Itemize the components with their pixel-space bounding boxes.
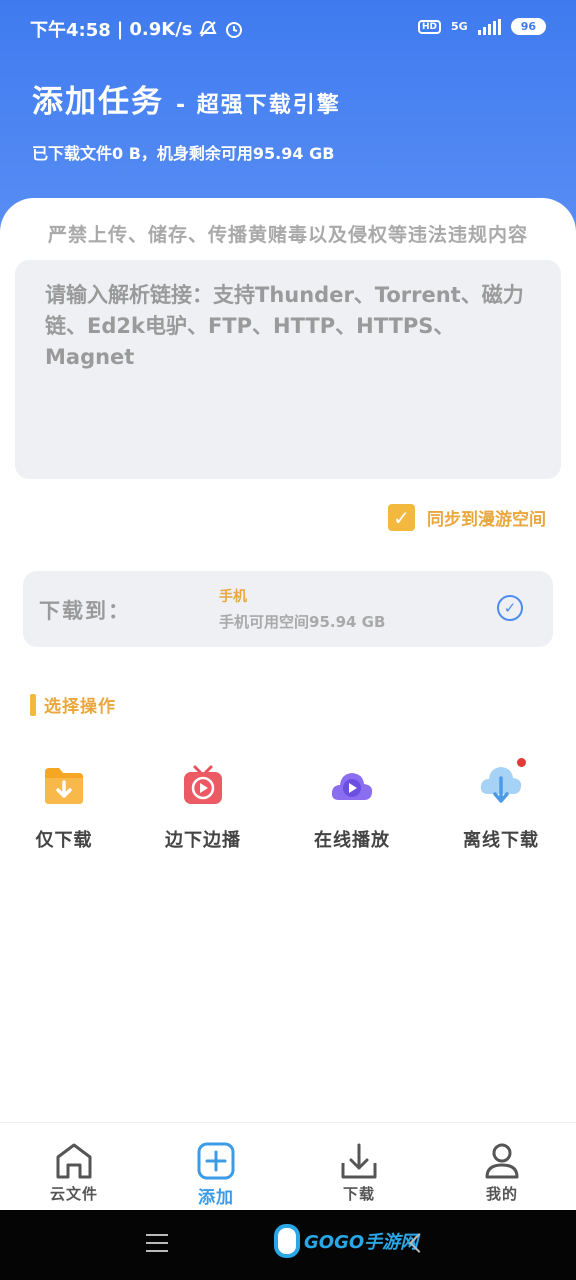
action-label: 边下边播 — [165, 830, 241, 851]
action-label: 在线播放 — [314, 830, 390, 851]
notification-dot — [517, 758, 526, 767]
cloud-play-icon — [329, 764, 375, 808]
check-circle-icon: ✓ — [497, 595, 523, 621]
storage-info: 已下载文件0 B，机身剩余可用95.94 GB — [32, 144, 335, 163]
link-input[interactable]: 请输入解析链接：支持Thunder、Torrent、磁力链、Ed2k电驴、FTP… — [15, 260, 561, 479]
battery-icon: 96 — [510, 18, 546, 35]
sync-checkbox[interactable]: ✓ — [388, 504, 415, 531]
action-grid: 仅下载 边下边播 在线播放 离线下载 — [0, 758, 576, 854]
warning-text: 严禁上传、储存、传播黄赌毒以及侵权等违法违规内容 — [47, 224, 528, 246]
action-play-while-download[interactable]: 边下边播 — [143, 764, 263, 852]
home-icon — [54, 1141, 94, 1181]
signal-icon — [477, 18, 501, 35]
main-card: 严禁上传、储存、传播黄赌毒以及侵权等违法违规内容 请输入解析链接：支持Thund… — [0, 198, 576, 1128]
nav-label: 云文件 — [49, 1185, 98, 1203]
destination-space: 手机可用空间95.94 GB — [219, 613, 386, 631]
cloud-download-icon — [478, 758, 526, 808]
user-icon — [482, 1141, 522, 1181]
nav-label: 添加 — [198, 1188, 234, 1208]
hd-icon: HD — [417, 19, 441, 34]
watermark: GOGO手游网 — [274, 1224, 418, 1258]
status-bar: 下午4:58 | 0.9K/s HD 5G 96 — [0, 0, 576, 56]
section-title: 选择操作 — [30, 692, 116, 717]
status-time: 下午4:58 — [30, 20, 111, 41]
action-download-only[interactable]: 仅下载 — [4, 764, 124, 852]
nav-label: 我的 — [485, 1185, 518, 1203]
sync-toggle[interactable]: ✓ 同步到漫游空间 — [388, 504, 546, 531]
page-title: 添加任务 — [32, 84, 164, 120]
page-subtitle: - 超强下载引擎 — [176, 93, 341, 118]
download-destination[interactable]: 下载到： 手机 手机可用空间95.94 GB ✓ — [23, 571, 553, 647]
action-label: 仅下载 — [35, 830, 93, 851]
add-icon — [196, 1141, 236, 1181]
nav-add[interactable]: 添加 — [166, 1141, 266, 1208]
folder-download-icon — [41, 764, 87, 808]
nav-downloads[interactable]: 下载 — [309, 1141, 409, 1204]
watermark-logo — [274, 1224, 300, 1258]
action-online-play[interactable]: 在线播放 — [292, 764, 412, 852]
destination-label: 下载到： — [39, 599, 131, 623]
mute-icon — [199, 20, 218, 37]
tv-play-icon — [180, 764, 226, 808]
download-icon — [339, 1141, 379, 1181]
system-nav-bar: GOGO手游网 — [0, 1210, 576, 1280]
nav-label: 下载 — [342, 1185, 375, 1203]
destination-name: 手机 — [219, 589, 247, 605]
status-speed: 0.9K/s — [129, 18, 193, 40]
network-type: 5G — [451, 20, 468, 33]
nav-cloud-files[interactable]: 云文件 — [24, 1141, 124, 1204]
nav-profile[interactable]: 我的 — [452, 1141, 552, 1204]
menu-icon[interactable] — [146, 1234, 168, 1252]
section-bar — [30, 693, 36, 716]
action-label: 离线下载 — [463, 830, 539, 851]
bottom-nav: 云文件 添加 下载 我的 — [0, 1122, 576, 1210]
alarm-icon — [226, 22, 243, 38]
action-offline-download[interactable]: 离线下载 — [441, 758, 561, 852]
sync-label: 同步到漫游空间 — [427, 510, 546, 530]
